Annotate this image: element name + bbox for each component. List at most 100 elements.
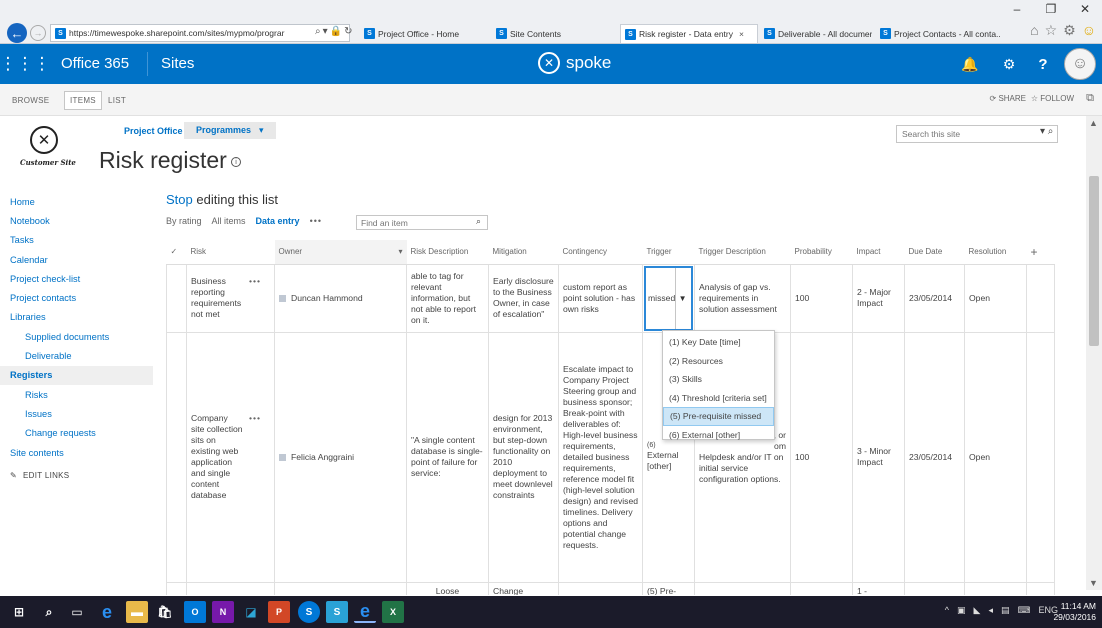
contingency-cell[interactable]: Escalate impact to Company Project Steer… [558,331,643,583]
settings-gear-icon[interactable]: ⚙ [1063,22,1076,39]
owner-cell[interactable]: Duncan Hammond [274,263,407,333]
view-by-rating[interactable]: By rating [166,216,202,226]
quicklaunch-libraries[interactable]: Libraries [0,308,153,327]
quicklaunch-change-requests[interactable]: Change requests [0,424,153,443]
trigger-dropdown-list[interactable]: (1) Key Date [time] (2) Resources (3) Sk… [662,330,775,440]
probability-cell[interactable] [790,581,853,595]
sharepoint-designer-icon[interactable]: ◪ [240,601,262,623]
dropdown-option-highlighted[interactable]: (5) Pre-requisite missed [663,407,774,426]
outlook-icon[interactable]: O [184,601,206,623]
site-search-input[interactable] [896,125,1058,143]
table-row[interactable]: Business reporting requirements not met •… [166,263,1055,333]
home-icon[interactable]: ⌂ [1030,22,1038,39]
stop-editing-link[interactable]: Stop editing this list [166,192,278,207]
dropdown-option[interactable]: (6) External [other] [663,426,774,445]
column-header-owner[interactable]: Owner ▾ [274,240,407,265]
search-icon[interactable]: ▾ ⌕ [1040,126,1053,137]
column-header-risk[interactable]: Risk [186,240,275,265]
select-all-checkmark-icon[interactable]: ✓ [166,240,187,265]
item-menu-button[interactable]: ••• [249,413,261,424]
mitigation-cell[interactable]: Early disclosure to the Business Owner, … [488,263,559,333]
add-column-button[interactable]: + [1026,240,1055,265]
dropdown-arrow-icon[interactable]: ▼ [675,267,689,329]
quicklaunch-registers[interactable]: Registers [0,365,153,385]
column-header-trigger[interactable]: Trigger [642,240,695,265]
mitigation-cell[interactable]: Change solution [488,581,559,595]
onenote-icon[interactable]: N [212,601,234,623]
keyboard-icon[interactable]: ⌨ [1017,605,1030,616]
scroll-down-icon[interactable]: ▼ [1089,578,1098,588]
windows-start-icon[interactable]: ⊞ [8,601,30,623]
mitigation-cell[interactable]: design for 2013 environment, but step-do… [488,331,559,583]
office365-title[interactable]: Office 365 [61,55,129,72]
smiley-feedback-icon[interactable]: ☺ [1082,22,1096,39]
due-date-cell[interactable]: 23/05/2014 [904,263,965,333]
info-icon[interactable]: i [231,157,241,167]
dropdown-option[interactable]: (3) Skills [663,370,774,389]
contingency-cell[interactable]: custom report as point solution - has ow… [558,263,643,333]
trigger-description-cell[interactable] [694,581,791,595]
internet-explorer-icon[interactable]: e [354,601,376,623]
due-date-cell[interactable]: 23/05/2014 [904,331,965,583]
ribbon-tab-items[interactable]: ITEMS [64,91,102,110]
contingency-cell[interactable] [558,581,643,595]
action-center-icon[interactable]: ▤ [1001,605,1010,616]
quicklaunch-project-contacts[interactable]: Project contacts [0,288,153,307]
tab-project-contacts[interactable]: S Project Contacts - All conta... [876,24,1000,43]
help-icon[interactable]: ? [1028,44,1058,84]
page-scrollbar[interactable]: ▲ ▼ [1086,116,1102,590]
taskbar-clock[interactable]: 11:14 AM 29/03/2016 [1053,601,1096,623]
topnav-project-office[interactable]: Project Office [124,126,183,136]
edit-links-button[interactable]: ✎ EDIT LINKS [0,466,153,485]
scroll-thumb[interactable] [1089,176,1099,346]
sort-dropdown-icon[interactable]: ▾ [398,247,402,256]
site-logo-icon[interactable]: ✕ [30,126,58,154]
app-launcher-icon[interactable]: ⋮⋮⋮ [0,44,51,84]
back-arrow-icon[interactable]: ← [7,23,27,43]
dropdown-option[interactable]: (4) Threshold [criteria set] [663,389,774,408]
risk-cell[interactable]: Business reporting requirements not met •… [186,263,275,333]
close-window-button[interactable]: ✕ [1068,0,1102,18]
tab-risk-register[interactable]: S Risk register - Data entry × [620,24,758,43]
quicklaunch-notebook[interactable]: Notebook [0,211,153,230]
store-icon[interactable]: 🛍 [154,601,176,623]
quicklaunch-deliverable[interactable]: Deliverable [0,346,153,365]
dropdown-option[interactable]: (1) Key Date [time] [663,333,774,352]
risk-cell[interactable] [186,581,275,595]
column-header-probability[interactable]: Probability [790,240,853,265]
favorites-star-icon[interactable]: ☆ [1045,22,1058,39]
row-select-cell[interactable] [166,581,187,595]
edge-browser-icon[interactable]: e [96,601,118,623]
column-header-contingency[interactable]: Contingency [558,240,643,265]
volume-icon[interactable]: ◂ [988,605,993,616]
trigger-cell[interactable]: (5) Pre- [642,581,695,595]
column-header-trigger-description[interactable]: Trigger Description [694,240,791,265]
file-explorer-icon[interactable]: ▬ [126,601,148,623]
sites-link[interactable]: Sites [161,55,194,72]
view-all-items[interactable]: All items [212,216,246,226]
powerpoint-icon[interactable]: P [268,601,290,623]
minimize-button[interactable]: – [1000,0,1034,18]
excel-icon[interactable]: X [382,601,404,623]
address-actions[interactable]: ⌕▾🔒↻ [315,26,354,37]
focus-content-icon[interactable]: ⧉ [1086,92,1094,105]
quicklaunch-risks[interactable]: Risks [0,385,153,404]
column-header-mitigation[interactable]: Mitigation [488,240,559,265]
scroll-up-icon[interactable]: ▲ [1089,118,1098,128]
chevron-up-icon[interactable]: ^ [945,605,949,616]
probability-cell[interactable]: 100 [790,331,853,583]
owner-cell[interactable]: Felicia Anggraini [274,331,407,583]
resolution-cell[interactable]: Open [964,263,1027,333]
item-menu-button[interactable]: ••• [249,276,261,320]
column-header-due-date[interactable]: Due Date [904,240,965,265]
trigger-cell-editing[interactable]: missed ▼ [642,263,695,333]
resolution-cell[interactable] [964,581,1027,595]
share-button[interactable]: ⟳ SHARE [990,94,1027,103]
due-date-cell[interactable] [904,581,965,595]
row-select-cell[interactable] [166,263,187,333]
find-item-input[interactable] [356,215,488,230]
trigger-description-cell[interactable]: Analysis of gap vs. requirements in solu… [694,263,791,333]
more-views-button[interactable]: ••• [310,216,322,226]
quicklaunch-project-check-list[interactable]: Project check-list [0,269,153,288]
network-icon[interactable]: ▣ [957,605,966,616]
